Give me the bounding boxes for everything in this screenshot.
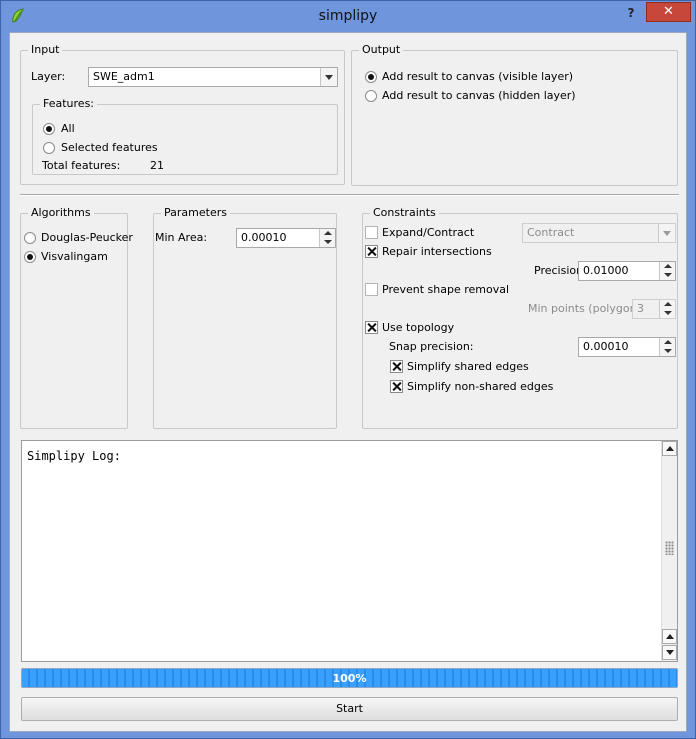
scroll-down-icon[interactable] bbox=[662, 645, 677, 660]
algorithms-group-title: Algorithms bbox=[28, 206, 94, 220]
features-group: Features: All Selected features Total fe… bbox=[32, 97, 338, 175]
min-area-value: 0.00010 bbox=[241, 231, 287, 244]
spin-down-icon[interactable] bbox=[659, 347, 675, 356]
spin-up-icon[interactable] bbox=[659, 338, 675, 347]
log-scrollbar[interactable] bbox=[661, 441, 677, 661]
help-button[interactable]: ? bbox=[623, 4, 639, 22]
features-selected-label[interactable]: Selected features bbox=[61, 141, 158, 155]
spin-down-icon[interactable] bbox=[659, 309, 675, 318]
features-group-title: Features: bbox=[40, 97, 98, 111]
scroll-up-icon[interactable] bbox=[662, 441, 677, 456]
nonshared-edges-label[interactable]: Simplify non-shared edges bbox=[407, 380, 553, 394]
precision-value: 0.01000 bbox=[583, 264, 629, 277]
expand-mode-value: Contract bbox=[527, 226, 575, 239]
close-button[interactable]: ✕ bbox=[646, 2, 691, 22]
output-visible-radio[interactable] bbox=[365, 71, 377, 83]
min-area-label: Min Area: bbox=[155, 231, 208, 244]
min-area-spinbox[interactable]: 0.00010 bbox=[236, 228, 336, 248]
precision-spinbox[interactable]: 0.01000 bbox=[578, 261, 676, 281]
spin-down-icon[interactable] bbox=[659, 271, 675, 280]
snap-precision-spinbox[interactable]: 0.00010 bbox=[578, 337, 676, 357]
spin-up-icon[interactable] bbox=[659, 262, 675, 271]
expand-contract-checkbox[interactable] bbox=[365, 226, 378, 239]
parameters-group: Parameters Min Area: 0.00010 bbox=[153, 206, 337, 429]
min-points-value: 3 bbox=[637, 302, 644, 315]
window-title: simplipy bbox=[318, 8, 378, 24]
spin-up-icon[interactable] bbox=[319, 229, 335, 238]
scroll-thumb[interactable] bbox=[662, 457, 677, 629]
min-points-label: Min points (polygons) bbox=[528, 302, 647, 315]
prevent-removal-label[interactable]: Prevent shape removal bbox=[382, 283, 509, 297]
layer-combo-value: SWE_adm1 bbox=[93, 70, 155, 83]
snap-precision-label: Snap precision: bbox=[389, 340, 474, 353]
layer-combo[interactable]: SWE_adm1 bbox=[88, 67, 338, 87]
douglas-peucker-radio[interactable] bbox=[24, 232, 36, 244]
constraints-group: Constraints Expand/Contract Contract Rep… bbox=[362, 206, 678, 429]
start-button[interactable]: Start bbox=[21, 697, 678, 721]
grip-icon bbox=[665, 541, 674, 555]
parameters-group-title: Parameters bbox=[161, 206, 230, 220]
use-topology-label[interactable]: Use topology bbox=[382, 321, 454, 335]
features-all-radio[interactable] bbox=[43, 123, 55, 135]
dialog-window: simplipy ? ✕ Input Layer: SWE_adm1 Featu… bbox=[0, 0, 696, 739]
progress-label: 100% bbox=[332, 672, 367, 685]
chevron-down-icon[interactable] bbox=[658, 224, 675, 242]
snap-precision-value: 0.00010 bbox=[583, 340, 629, 353]
dialog-body: Input Layer: SWE_adm1 Features: All Sele… bbox=[9, 32, 687, 732]
expand-contract-label[interactable]: Expand/Contract bbox=[382, 226, 474, 240]
visvalingam-label[interactable]: Visvalingam bbox=[41, 250, 108, 264]
separator-line bbox=[20, 194, 679, 196]
precision-label: Precision bbox=[534, 264, 584, 277]
progress-bar: 100% bbox=[21, 668, 678, 688]
output-hidden-label[interactable]: Add result to canvas (hidden layer) bbox=[382, 89, 576, 103]
title-bar[interactable]: simplipy ? ✕ bbox=[1, 1, 695, 31]
algorithms-group: Algorithms Douglas-Peucker Visvalingam bbox=[20, 206, 133, 429]
output-hidden-radio[interactable] bbox=[365, 90, 377, 102]
shared-edges-label[interactable]: Simplify shared edges bbox=[407, 360, 529, 374]
spin-up-icon[interactable] bbox=[659, 300, 675, 309]
repair-intersections-checkbox[interactable] bbox=[365, 245, 378, 258]
input-group-title: Input bbox=[28, 43, 63, 57]
features-selected-radio[interactable] bbox=[43, 142, 55, 154]
nonshared-edges-checkbox[interactable] bbox=[390, 380, 403, 393]
spin-down-icon[interactable] bbox=[319, 238, 335, 247]
output-visible-label[interactable]: Add result to canvas (visible layer) bbox=[382, 70, 573, 84]
layer-label: Layer: bbox=[31, 70, 66, 83]
shared-edges-checkbox[interactable] bbox=[390, 360, 403, 373]
log-textarea[interactable]: Simplipy Log: bbox=[21, 440, 678, 662]
min-points-spinbox[interactable]: 3 bbox=[632, 299, 676, 319]
output-group: Output Add result to canvas (visible lay… bbox=[351, 43, 678, 186]
log-text: Simplipy Log: bbox=[27, 449, 121, 463]
repair-intersections-label[interactable]: Repair intersections bbox=[382, 245, 492, 259]
chevron-down-icon[interactable] bbox=[320, 68, 337, 86]
total-features-value: 21 bbox=[150, 159, 164, 172]
visvalingam-radio[interactable] bbox=[24, 251, 36, 263]
use-topology-checkbox[interactable] bbox=[365, 321, 378, 334]
prevent-removal-checkbox[interactable] bbox=[365, 283, 378, 296]
constraints-group-title: Constraints bbox=[370, 206, 439, 220]
expand-mode-combo[interactable]: Contract bbox=[522, 223, 676, 243]
features-all-label[interactable]: All bbox=[61, 122, 75, 136]
scroll-page-up-icon[interactable] bbox=[662, 629, 677, 644]
output-group-title: Output bbox=[359, 43, 404, 57]
input-group: Input Layer: SWE_adm1 Features: All Sele… bbox=[20, 43, 345, 185]
total-features-label: Total features: bbox=[42, 159, 121, 172]
douglas-peucker-label[interactable]: Douglas-Peucker bbox=[41, 231, 133, 245]
